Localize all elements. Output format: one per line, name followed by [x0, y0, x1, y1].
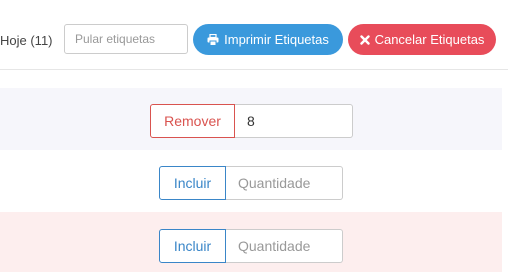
include-quantity-group: Incluir — [159, 229, 343, 263]
include-button[interactable]: Incluir — [159, 229, 226, 263]
printer-icon — [207, 33, 219, 46]
include-quantity-group: Incluir — [159, 166, 343, 200]
print-labels-button[interactable]: Imprimir Etiquetas — [193, 24, 343, 55]
cancel-labels-button[interactable]: Cancelar Etiquetas — [348, 24, 496, 55]
today-count-label: Hoje (11) — [0, 33, 53, 48]
close-icon — [359, 34, 370, 45]
remove-quantity-group: Remover — [150, 104, 353, 138]
quantity-input[interactable] — [226, 166, 343, 200]
print-labels-button-label: Imprimir Etiquetas — [224, 32, 329, 47]
include-button[interactable]: Incluir — [159, 166, 226, 200]
label-row: Incluir — [0, 212, 502, 272]
label-row: Incluir — [0, 150, 502, 212]
remove-button[interactable]: Remover — [150, 104, 235, 138]
quantity-input[interactable] — [226, 229, 343, 263]
toolbar: Hoje (11) Imprimir Etiquetas Cancelar Et… — [0, 0, 508, 70]
quantity-input[interactable] — [235, 104, 353, 138]
cancel-labels-button-label: Cancelar Etiquetas — [374, 32, 485, 47]
skip-labels-input[interactable] — [64, 24, 188, 54]
label-row: Remover — [0, 88, 502, 150]
